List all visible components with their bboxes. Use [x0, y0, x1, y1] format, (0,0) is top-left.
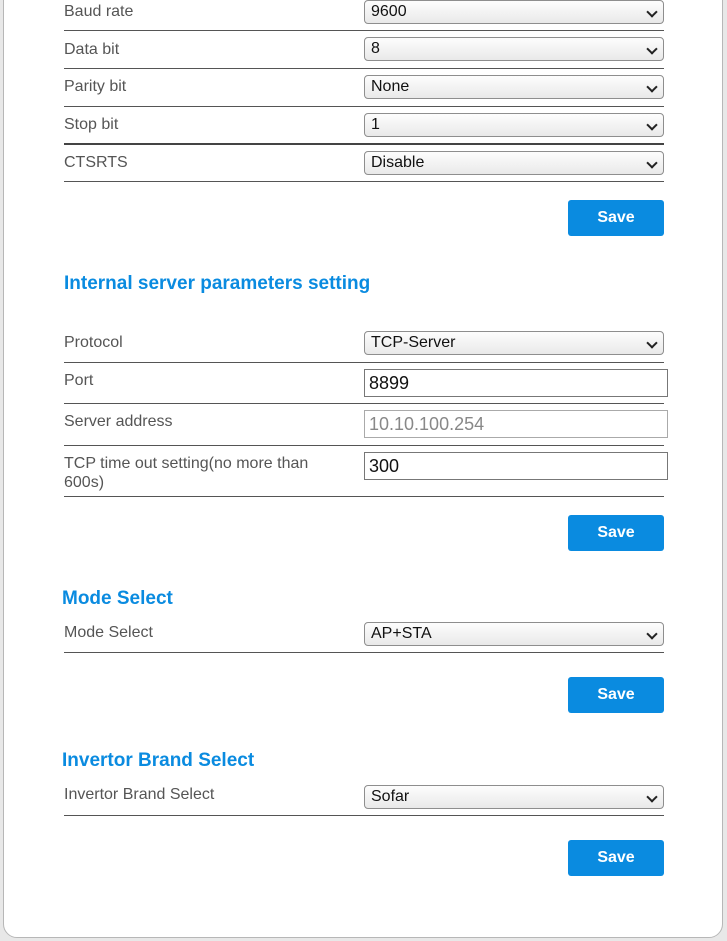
mode-select-row: Mode Select AP+STA — [64, 615, 664, 653]
chevron-down-icon — [646, 791, 658, 803]
stop-bit-value: 1 — [371, 116, 380, 133]
ctsrts-label: CTSRTS — [64, 154, 128, 171]
invertor-brand-label: Invertor Brand Select — [64, 786, 215, 803]
parity-bit-value: None — [371, 78, 410, 95]
tcp-timeout-row: TCP time out setting(no more than 600s) … — [64, 446, 668, 497]
mode-select-value: AP+STA — [371, 625, 432, 642]
tcp-timeout-input[interactable]: 300 — [364, 452, 668, 480]
parity-bit-label: Parity bit — [64, 78, 127, 95]
mode-select-label: Mode Select — [64, 624, 153, 641]
port-input[interactable]: 8899 — [364, 369, 668, 397]
server-address-label: Server address — [64, 413, 173, 430]
invertor-brand-save-button[interactable]: Save — [568, 840, 664, 876]
mode-save-button[interactable]: Save — [568, 677, 664, 713]
stop-bit-label: Stop bit — [64, 116, 119, 133]
tcp-timeout-label-line1: TCP time out setting(no more than — [64, 455, 309, 472]
invertor-brand-select[interactable]: Sofar — [364, 785, 664, 809]
protocol-select[interactable]: TCP-Server — [364, 331, 664, 355]
mode-select-dropdown[interactable]: AP+STA — [364, 622, 664, 646]
parity-bit-row: Parity bit None — [64, 69, 664, 107]
data-bit-value: 8 — [371, 40, 380, 57]
chevron-down-icon — [646, 6, 658, 18]
stop-bit-row: Stop bit 1 — [64, 107, 664, 145]
serial-save-button[interactable]: Save — [568, 200, 664, 236]
chevron-down-icon — [646, 337, 658, 349]
data-bit-row: Data bit 8 — [64, 31, 664, 69]
tcp-timeout-label-line2: 600s) — [64, 474, 105, 491]
data-bit-select[interactable]: 8 — [364, 37, 664, 61]
chevron-down-icon — [646, 43, 658, 55]
chevron-down-icon — [646, 81, 658, 93]
invertor-brand-value: Sofar — [371, 788, 410, 805]
chevron-down-icon — [646, 628, 658, 640]
parity-bit-select[interactable]: None — [364, 75, 664, 99]
mode-select-heading: Mode Select — [62, 588, 173, 609]
baud-rate-select[interactable]: 9600 — [364, 0, 664, 24]
invertor-brand-heading: Invertor Brand Select — [62, 750, 255, 771]
data-bit-label: Data bit — [64, 41, 120, 58]
ctsrts-select[interactable]: Disable — [364, 151, 664, 175]
internal-server-heading: Internal server parameters setting — [64, 273, 371, 294]
ctsrts-row: CTSRTS Disable — [64, 145, 664, 182]
baud-rate-label: Baud rate — [64, 3, 134, 20]
server-address-input: 10.10.100.254 — [364, 410, 668, 438]
protocol-label: Protocol — [64, 334, 123, 351]
invertor-brand-row: Invertor Brand Select Sofar — [64, 777, 664, 816]
port-row: Port 8899 — [64, 363, 668, 404]
chevron-down-icon — [646, 157, 658, 169]
internal-server-save-button[interactable]: Save — [568, 515, 664, 551]
port-label: Port — [64, 372, 94, 389]
protocol-row: Protocol TCP-Server — [64, 324, 664, 363]
chevron-down-icon — [646, 119, 658, 131]
baud-rate-row: Baud rate 9600 — [64, 0, 664, 31]
ctsrts-value: Disable — [371, 154, 425, 171]
server-address-row: Server address 10.10.100.254 — [64, 404, 668, 446]
baud-rate-value: 9600 — [371, 3, 407, 20]
stop-bit-select[interactable]: 1 — [364, 113, 664, 137]
protocol-value: TCP-Server — [371, 334, 456, 351]
